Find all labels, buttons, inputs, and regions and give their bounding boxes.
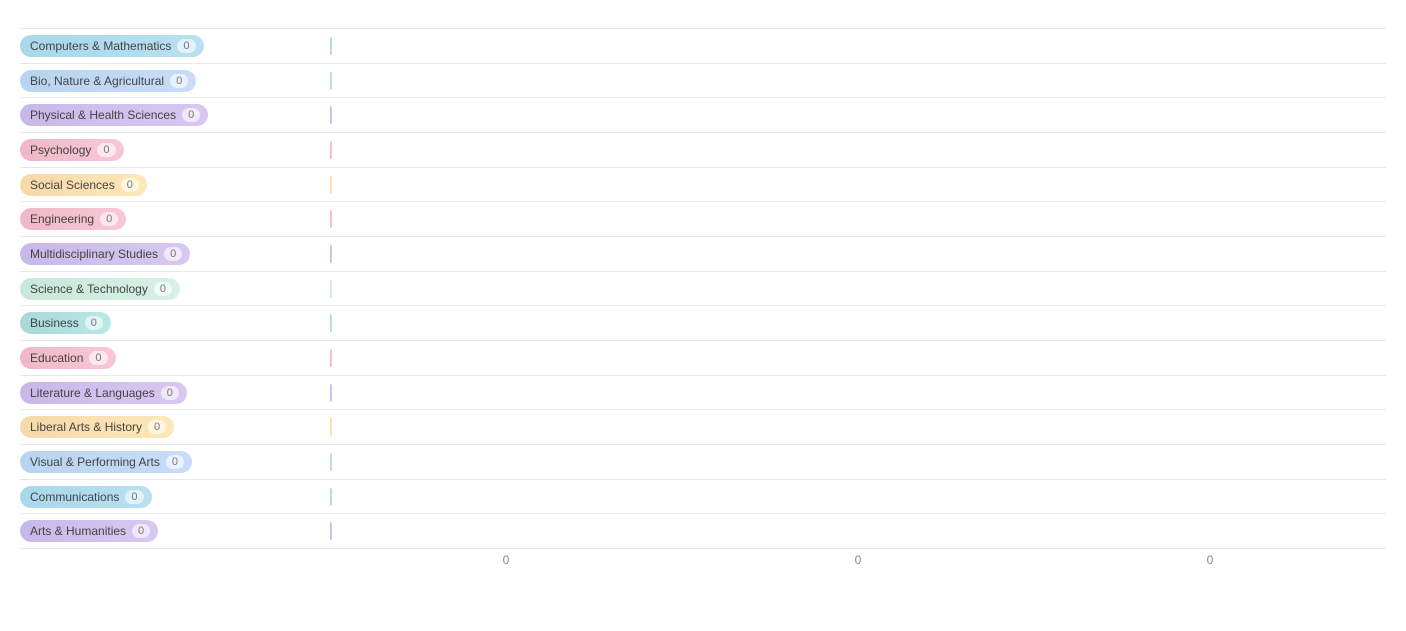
bar-label: Bio, Nature & Agricultural0 — [20, 70, 196, 92]
bar-fill — [330, 106, 332, 124]
label-area: Literature & Languages0 — [20, 382, 330, 404]
bar-track — [330, 516, 1386, 546]
bar-row: Engineering0 — [20, 202, 1386, 237]
bar-value-badge: 0 — [97, 143, 115, 157]
bar-value-badge: 0 — [121, 178, 139, 192]
bar-label: Communications0 — [20, 486, 152, 508]
bar-value-badge: 0 — [100, 212, 118, 226]
bar-label: Visual & Performing Arts0 — [20, 451, 192, 473]
bar-track — [330, 343, 1386, 373]
bar-row: Education0 — [20, 341, 1386, 376]
bar-value-badge: 0 — [125, 490, 143, 504]
bar-label: Literature & Languages0 — [20, 382, 187, 404]
bar-label: Social Sciences0 — [20, 174, 147, 196]
bar-row: Liberal Arts & History0 — [20, 410, 1386, 445]
bar-fill — [330, 176, 332, 194]
label-area: Business0 — [20, 312, 330, 334]
bar-label: Physical & Health Sciences0 — [20, 104, 208, 126]
bar-track — [330, 412, 1386, 442]
bar-fill — [330, 418, 332, 436]
bar-fill — [330, 210, 332, 228]
label-area: Bio, Nature & Agricultural0 — [20, 70, 330, 92]
bar-row: Social Sciences0 — [20, 168, 1386, 203]
bar-fill — [330, 349, 332, 367]
bar-label: Science & Technology0 — [20, 278, 180, 300]
bar-label: Engineering0 — [20, 208, 126, 230]
bar-row: Arts & Humanities0 — [20, 514, 1386, 549]
bar-track — [330, 274, 1386, 304]
label-area: Arts & Humanities0 — [20, 520, 330, 542]
bar-track — [330, 170, 1386, 200]
label-area: Computers & Mathematics0 — [20, 35, 330, 57]
bar-value-badge: 0 — [89, 351, 107, 365]
bar-row: Literature & Languages0 — [20, 376, 1386, 411]
chart-container: Computers & Mathematics0 Bio, Nature & Ag… — [0, 0, 1406, 631]
bar-track — [330, 31, 1386, 61]
x-axis-label: 0 — [1034, 553, 1386, 567]
label-area: Physical & Health Sciences0 — [20, 104, 330, 126]
bar-label: Arts & Humanities0 — [20, 520, 158, 542]
bar-fill — [330, 37, 332, 55]
bar-row: Physical & Health Sciences0 — [20, 98, 1386, 133]
bar-value-badge: 0 — [182, 108, 200, 122]
label-area: Multidisciplinary Studies0 — [20, 243, 330, 265]
bar-value-badge: 0 — [132, 524, 150, 538]
label-area: Communications0 — [20, 486, 330, 508]
bar-track — [330, 100, 1386, 130]
bar-fill — [330, 280, 332, 298]
bar-fill — [330, 72, 332, 90]
bar-track — [330, 135, 1386, 165]
bar-row: Communications0 — [20, 480, 1386, 515]
label-area: Psychology0 — [20, 139, 330, 161]
x-axis-label: 0 — [682, 553, 1034, 567]
bar-value-badge: 0 — [148, 420, 166, 434]
bar-fill — [330, 488, 332, 506]
bar-value-badge: 0 — [166, 455, 184, 469]
bar-fill — [330, 245, 332, 263]
bar-label: Multidisciplinary Studies0 — [20, 243, 190, 265]
label-area: Liberal Arts & History0 — [20, 416, 330, 438]
bar-fill — [330, 384, 332, 402]
bar-value-badge: 0 — [85, 316, 103, 330]
label-area: Engineering0 — [20, 208, 330, 230]
bar-fill — [330, 141, 332, 159]
bar-label: Business0 — [20, 312, 111, 334]
bar-track — [330, 239, 1386, 269]
bar-track — [330, 482, 1386, 512]
bar-fill — [330, 314, 332, 332]
bar-fill — [330, 453, 332, 471]
bar-row: Psychology0 — [20, 133, 1386, 168]
bar-label: Psychology0 — [20, 139, 124, 161]
bar-value-badge: 0 — [170, 74, 188, 88]
bar-row: Business0 — [20, 306, 1386, 341]
bar-label: Education0 — [20, 347, 116, 369]
label-area: Education0 — [20, 347, 330, 369]
x-axis-label: 0 — [330, 553, 682, 567]
bar-label: Liberal Arts & History0 — [20, 416, 174, 438]
bar-row: Multidisciplinary Studies0 — [20, 237, 1386, 272]
bar-label: Computers & Mathematics0 — [20, 35, 204, 57]
bar-value-badge: 0 — [161, 386, 179, 400]
bar-row: Computers & Mathematics0 — [20, 28, 1386, 64]
bar-track — [330, 308, 1386, 338]
bar-track — [330, 378, 1386, 408]
bar-row: Science & Technology0 — [20, 272, 1386, 307]
label-area: Science & Technology0 — [20, 278, 330, 300]
chart-area: Computers & Mathematics0 Bio, Nature & Ag… — [20, 28, 1386, 549]
bar-track — [330, 447, 1386, 477]
x-axis: 000 — [20, 553, 1386, 567]
label-area: Visual & Performing Arts0 — [20, 451, 330, 473]
label-area: Social Sciences0 — [20, 174, 330, 196]
bar-row: Visual & Performing Arts0 — [20, 445, 1386, 480]
bar-value-badge: 0 — [154, 282, 172, 296]
bar-value-badge: 0 — [164, 247, 182, 261]
bar-row: Bio, Nature & Agricultural0 — [20, 64, 1386, 99]
bar-track — [330, 204, 1386, 234]
bar-fill — [330, 522, 332, 540]
bar-track — [330, 66, 1386, 96]
bar-value-badge: 0 — [177, 39, 195, 53]
